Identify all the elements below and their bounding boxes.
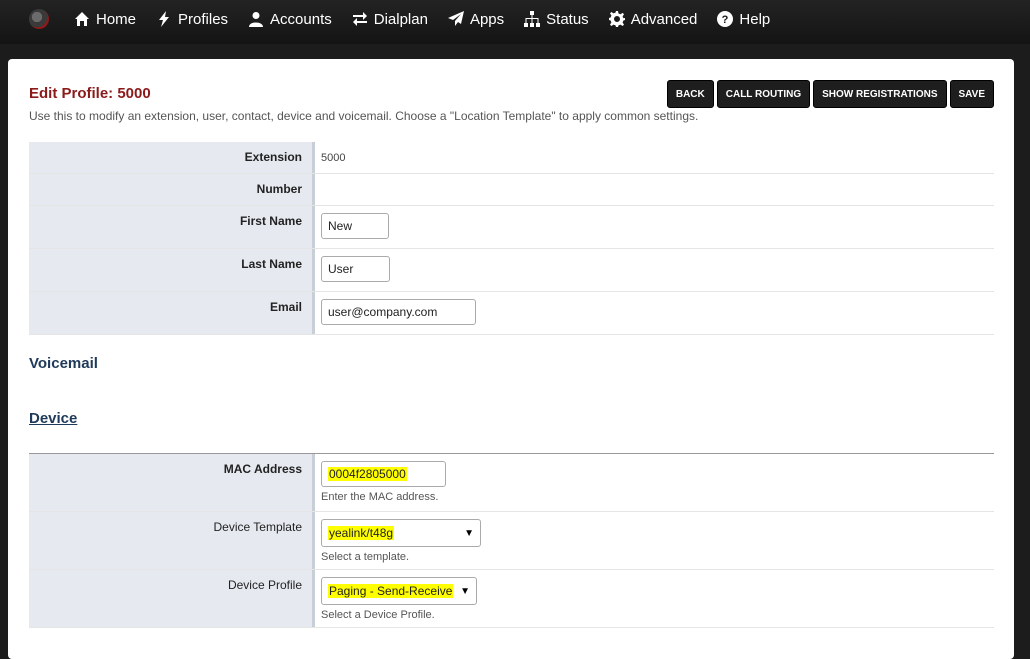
nav-profiles-label: Profiles <box>178 10 229 28</box>
last-name-row: Last Name User <box>29 249 994 292</box>
device-profile-row: Device Profile Paging - Send-Receive ▼ S… <box>29 570 994 628</box>
gear-icon <box>608 11 625 27</box>
nav-advanced[interactable]: Advanced <box>608 10 698 28</box>
user-icon <box>249 12 264 27</box>
mac-address-value: 0004f2805000 <box>328 467 407 481</box>
nav-accounts-label: Accounts <box>270 10 332 28</box>
nav-help-label: Help <box>739 10 771 28</box>
bolt-icon <box>159 11 170 27</box>
paper-plane-icon <box>447 11 464 26</box>
call-routing-button[interactable]: CALL ROUTING <box>716 80 811 108</box>
number-value <box>315 174 994 205</box>
sitemap-icon <box>524 11 541 27</box>
device-template-select[interactable]: yealink/t48g ▼ <box>321 519 481 547</box>
last-name-input-value: User <box>328 262 354 276</box>
email-label: Email <box>29 292 315 334</box>
action-buttons: BACK CALL ROUTING SHOW REGISTRATIONS SAV… <box>664 80 994 108</box>
dropdown-caret-icon: ▼ <box>464 527 474 539</box>
logo-icon[interactable] <box>29 9 49 29</box>
device-profile-hint: Select a Device Profile. <box>321 609 435 621</box>
exchange-icon <box>352 12 367 26</box>
number-row: Number <box>29 174 994 206</box>
edit-profile-card: Edit Profile: 5000 Use this to modify an… <box>8 59 1014 659</box>
save-button[interactable]: SAVE <box>949 80 994 108</box>
device-profile-label: Device Profile <box>29 570 315 627</box>
last-name-input[interactable]: User <box>321 256 390 282</box>
svg-text:?: ? <box>722 14 729 26</box>
device-profile-value: Paging - Send-Receive <box>328 584 454 598</box>
extension-label: Extension <box>29 142 315 173</box>
nav-apps-label: Apps <box>469 10 505 28</box>
nav-dialplan[interactable]: Dialplan <box>352 11 428 28</box>
nav-apps[interactable]: Apps <box>447 10 505 28</box>
first-name-input-value: New <box>328 219 353 233</box>
device-template-hint: Select a template. <box>321 551 410 563</box>
mac-address-row: MAC Address 0004f2805000 Enter the MAC a… <box>29 454 994 512</box>
device-template-label: Device Template <box>29 512 315 569</box>
first-name-row: First Name New <box>29 206 994 249</box>
show-registrations-button[interactable]: SHOW REGISTRATIONS <box>813 80 947 108</box>
extension-row: Extension 5000 <box>29 142 994 174</box>
back-button[interactable]: BACK <box>666 80 714 108</box>
nav-home-label: Home <box>96 10 137 28</box>
nav-profiles[interactable]: Profiles <box>156 11 228 28</box>
top-navbar: Home Profiles Accounts Dialplan Apps Sta… <box>0 0 1030 44</box>
page-title: Edit Profile: 5000 <box>29 85 151 102</box>
home-icon <box>75 12 89 26</box>
dropdown-caret-icon: ▼ <box>460 585 470 597</box>
mac-address-label: MAC Address <box>29 454 315 511</box>
main-nav: Home Profiles Accounts Dialplan Apps Sta… <box>74 0 790 38</box>
page-description: Use this to modify an extension, user, c… <box>29 109 699 123</box>
email-input[interactable]: user@company.com <box>321 299 476 325</box>
extension-value: 5000 <box>321 152 346 164</box>
number-label: Number <box>29 174 315 205</box>
email-row: Email user@company.com <box>29 292 994 335</box>
nav-home[interactable]: Home <box>74 11 136 28</box>
nav-accounts[interactable]: Accounts <box>248 11 332 28</box>
first-name-label: First Name <box>29 206 315 248</box>
nav-advanced-label: Advanced <box>630 10 698 28</box>
device-template-value: yealink/t48g <box>328 526 395 540</box>
nav-status-label: Status <box>546 10 589 28</box>
question-icon: ? <box>717 11 734 27</box>
email-input-value: user@company.com <box>328 305 438 319</box>
last-name-label: Last Name <box>29 249 315 291</box>
device-template-row: Device Template yealink/t48g ▼ Select a … <box>29 512 994 570</box>
voicemail-heading[interactable]: Voicemail <box>29 355 98 372</box>
device-profile-select[interactable]: Paging - Send-Receive ▼ <box>321 577 477 605</box>
mac-address-hint: Enter the MAC address. <box>321 491 439 503</box>
nav-help[interactable]: ? Help <box>717 11 770 28</box>
mac-address-input[interactable]: 0004f2805000 <box>321 461 446 487</box>
nav-status[interactable]: Status <box>524 11 589 28</box>
first-name-input[interactable]: New <box>321 213 389 239</box>
nav-dialplan-label: Dialplan <box>373 10 428 28</box>
device-heading[interactable]: Device <box>29 410 77 427</box>
